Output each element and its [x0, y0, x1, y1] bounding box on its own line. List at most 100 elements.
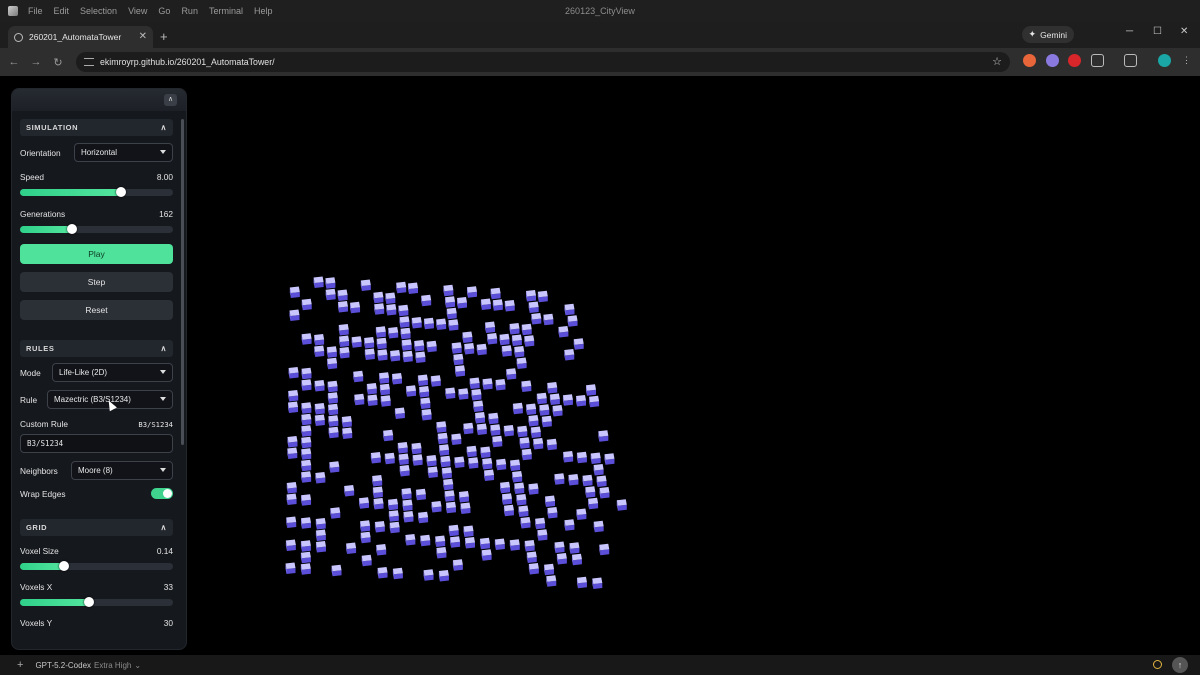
profile-avatar-icon[interactable]: [1158, 54, 1171, 67]
mode-select[interactable]: Life-Like (2D): [52, 363, 173, 382]
window-close-icon[interactable]: ✕: [1180, 26, 1188, 37]
menu-edit[interactable]: Edit: [54, 6, 70, 16]
slider-handle[interactable]: [67, 224, 78, 234]
voxel-cube: [443, 284, 454, 297]
voxel-cube: [401, 488, 412, 500]
menu-help[interactable]: Help: [254, 6, 273, 16]
chevron-up-icon[interactable]: ∧: [161, 344, 167, 353]
site-info-icon[interactable]: [84, 58, 94, 66]
voxel-cube: [521, 380, 532, 392]
extension-cloud-icon[interactable]: [1046, 54, 1059, 67]
menu-file[interactable]: File: [28, 6, 43, 16]
voxel-cube: [367, 394, 378, 406]
webgl-viewport[interactable]: ∧ SIMULATION ∧ Orientation Horizontal Sp…: [0, 76, 1200, 655]
section-grid[interactable]: GRID ∧: [20, 519, 173, 536]
voxel-cube: [411, 317, 422, 329]
minimize-icon[interactable]: ─: [1126, 26, 1133, 37]
extension-shield-icon[interactable]: [1068, 54, 1081, 67]
wrap-edges-toggle[interactable]: [151, 488, 173, 499]
forward-icon[interactable]: →: [25, 56, 47, 68]
browser-tab[interactable]: 260201_AutomataTower ✕: [8, 26, 153, 48]
voxel-size-slider[interactable]: [20, 561, 173, 571]
slider-handle[interactable]: [83, 597, 94, 607]
generations-slider[interactable]: [20, 224, 173, 234]
voxel-cube: [539, 404, 550, 416]
dropdown-arrow-icon: [160, 150, 166, 154]
reset-button[interactable]: Reset: [20, 300, 173, 320]
voxel-cube: [301, 425, 312, 437]
menu-terminal[interactable]: Terminal: [209, 6, 243, 16]
extensions-puzzle-icon[interactable]: [1091, 54, 1104, 67]
voxel-cube: [353, 370, 364, 383]
panel-scrollbar[interactable]: [181, 119, 184, 445]
voxel-cube: [488, 412, 499, 425]
voxel-cube: [482, 458, 493, 470]
voxel-cube: [399, 316, 410, 328]
chevron-up-icon[interactable]: ∧: [161, 123, 167, 132]
section-simulation[interactable]: SIMULATION ∧: [20, 119, 173, 136]
extension-fox-icon[interactable]: [1023, 54, 1036, 67]
voxel-cube: [397, 442, 408, 454]
voxel-cube: [537, 529, 548, 541]
voxel-cube: [436, 318, 447, 330]
voxel-cube: [457, 297, 468, 309]
reload-icon[interactable]: ↻: [47, 56, 69, 69]
chevron-up-icon[interactable]: ∧: [161, 523, 167, 532]
globe-icon: [14, 32, 23, 42]
voxel-cube: [301, 402, 312, 414]
effort-level[interactable]: Extra High: [94, 661, 131, 670]
add-icon[interactable]: +: [17, 659, 23, 671]
voxel-cube: [364, 337, 375, 349]
voxel-cube: [479, 537, 490, 550]
neighbors-select[interactable]: Moore (8): [71, 461, 173, 480]
maximize-icon[interactable]: ☐: [1153, 26, 1162, 37]
voxel-cube: [588, 497, 599, 510]
voxel-cube: [490, 424, 501, 436]
voxel-cube: [301, 333, 312, 345]
back-icon[interactable]: ←: [3, 56, 25, 68]
slider-handle[interactable]: [115, 187, 126, 197]
voxel-cube: [458, 491, 469, 503]
menu-selection[interactable]: Selection: [80, 6, 117, 16]
dropdown-arrow-icon: [160, 397, 166, 401]
voxel-cube: [431, 501, 442, 513]
voxel-cube: [364, 348, 375, 360]
step-button[interactable]: Step: [20, 272, 173, 292]
chevron-down-icon[interactable]: ⌄: [134, 661, 141, 670]
voxel-cube: [315, 529, 326, 541]
collapse-panel-icon[interactable]: ∧: [164, 94, 177, 106]
warning-icon[interactable]: [1153, 660, 1162, 669]
model-name[interactable]: GPT-5.2-Codex: [35, 661, 91, 670]
custom-rule-input[interactable]: B3/S1234: [20, 434, 173, 453]
slider-handle[interactable]: [59, 561, 70, 571]
voxels-x-slider[interactable]: [20, 597, 173, 607]
speed-slider[interactable]: [20, 187, 173, 197]
bookmark-star-icon[interactable]: ☆: [992, 55, 1002, 68]
voxel-cube: [440, 455, 451, 468]
send-arrow-icon[interactable]: ↑: [1172, 657, 1188, 673]
gemini-button[interactable]: ✦ Gemini: [1021, 26, 1074, 43]
orientation-value: Horizontal: [81, 148, 118, 157]
section-rules[interactable]: RULES ∧: [20, 340, 173, 357]
voxel-cube: [327, 392, 338, 404]
new-tab-icon[interactable]: +: [160, 29, 168, 44]
menu-go[interactable]: Go: [158, 6, 170, 16]
voxel-cube: [331, 564, 342, 577]
voxel-cube: [342, 427, 353, 439]
side-panel-icon[interactable]: [1124, 54, 1137, 67]
menu-view[interactable]: View: [128, 6, 147, 16]
close-icon[interactable]: ✕: [139, 31, 147, 42]
voxel-cube: [289, 309, 300, 321]
voxel-cube: [402, 350, 413, 363]
menu-run[interactable]: Run: [181, 6, 198, 16]
voxel-cube: [376, 337, 387, 350]
address-bar[interactable]: ekimroyrp.github.io/260201_AutomataTower…: [76, 52, 1010, 72]
more-menu-icon[interactable]: ⋮: [1180, 54, 1193, 67]
voxel-cube: [517, 425, 528, 438]
gemini-label: Gemini: [1040, 29, 1067, 40]
voxel-cube: [419, 386, 430, 398]
voxel-cube: [379, 383, 390, 396]
play-button[interactable]: Play: [20, 244, 173, 264]
orientation-select[interactable]: Horizontal: [74, 143, 173, 162]
voxel-cube: [536, 392, 547, 405]
